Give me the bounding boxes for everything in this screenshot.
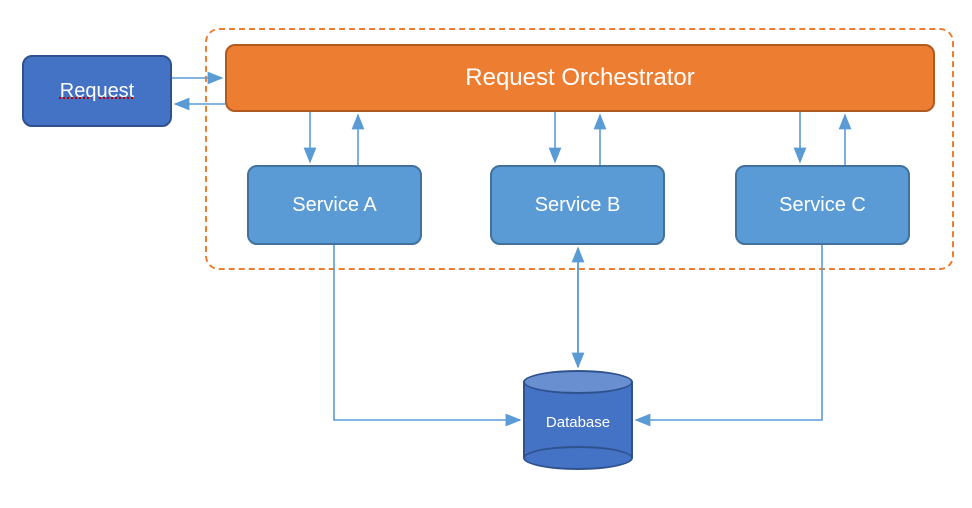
- database-label: Database: [523, 414, 633, 431]
- cylinder-bottom: [523, 446, 633, 470]
- cylinder-top: [523, 370, 633, 394]
- service-a-node: Service A: [247, 165, 422, 245]
- service-a-label: Service A: [292, 194, 376, 217]
- service-b-node: Service B: [490, 165, 665, 245]
- request-label: Request: [60, 80, 135, 103]
- request-node: Request: [22, 55, 172, 127]
- orchestrator-node: Request Orchestrator: [225, 44, 935, 112]
- service-c-label: Service C: [779, 194, 866, 217]
- arrow-service-c-to-db: [636, 245, 822, 420]
- service-c-node: Service C: [735, 165, 910, 245]
- service-b-label: Service B: [535, 194, 621, 217]
- arrow-service-a-to-db: [334, 245, 520, 420]
- orchestrator-label: Request Orchestrator: [465, 64, 694, 92]
- database-node: Database: [523, 370, 633, 470]
